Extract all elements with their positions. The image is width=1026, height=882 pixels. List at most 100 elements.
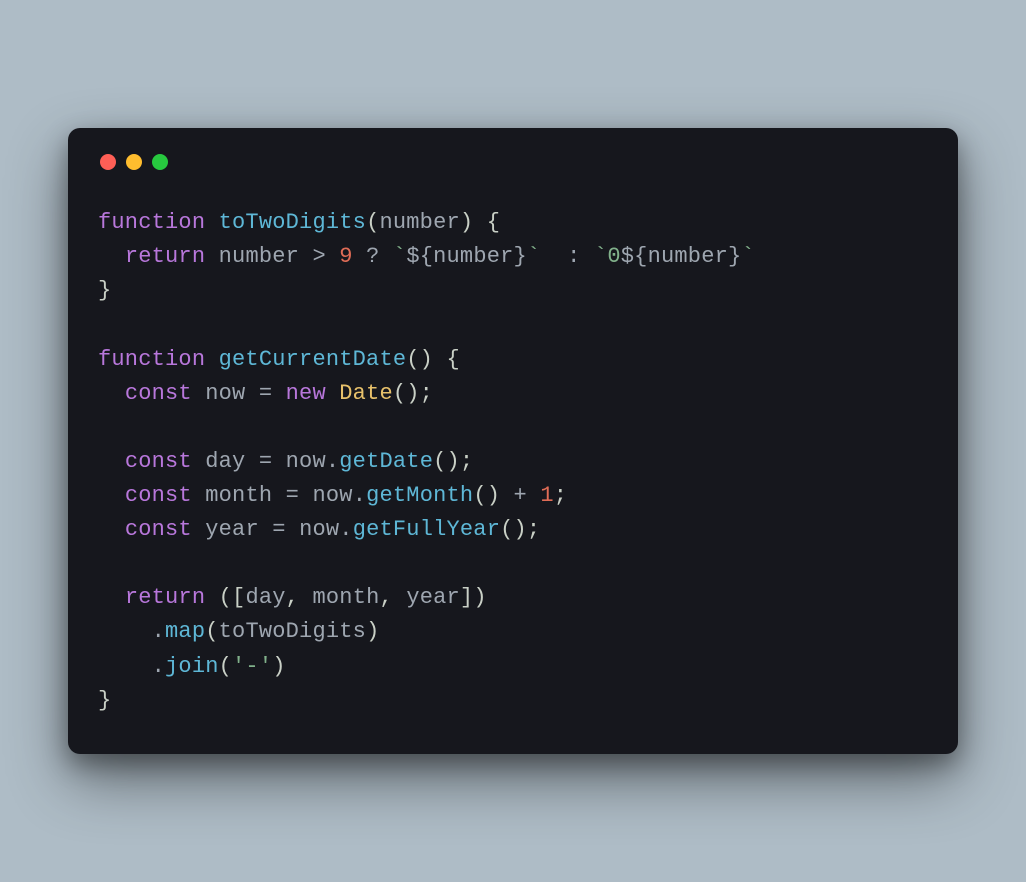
token-id: year: [205, 517, 272, 542]
token-cls: Date: [339, 381, 393, 406]
token-num: 9: [339, 244, 352, 269]
token-pn: (: [219, 654, 232, 679]
token-op: =: [272, 517, 299, 542]
token-kw: return: [125, 585, 219, 610]
token-pn: }: [98, 688, 111, 713]
code-line: .join('-'): [98, 650, 928, 684]
token-kw: function: [98, 210, 219, 235]
token-str: `: [527, 244, 540, 269]
token-fn: getCurrentDate: [219, 347, 407, 372]
token-pn: ();: [500, 517, 540, 542]
token-kw: new: [286, 381, 340, 406]
token-op: ${: [406, 244, 433, 269]
minimize-icon[interactable]: [126, 154, 142, 170]
code-line: const now = new Date();: [98, 377, 928, 411]
token-id: [98, 585, 125, 610]
code-line: const month = now.getMonth() + 1;: [98, 479, 928, 513]
token-pn: ,: [380, 585, 407, 610]
token-pn: (: [366, 210, 379, 235]
token-id: now: [312, 483, 352, 508]
code-line: [98, 411, 928, 445]
token-id: number: [219, 244, 313, 269]
code-line: [98, 547, 928, 581]
token-pn: ();: [433, 449, 473, 474]
code-line: return number > 9 ? `${number}` : `0${nu…: [98, 240, 928, 274]
token-pn: ();: [393, 381, 433, 406]
code-window: function toTwoDigits(number) { return nu…: [68, 128, 958, 753]
token-str: `: [741, 244, 754, 269]
token-pn: }: [98, 278, 111, 303]
token-pn: (: [205, 619, 218, 644]
token-op: }: [514, 244, 527, 269]
token-op: .: [339, 517, 352, 542]
token-id: [98, 244, 125, 269]
token-fn: map: [165, 619, 205, 644]
token-op: =: [259, 381, 286, 406]
token-fn: getMonth: [366, 483, 473, 508]
code-line: .map(toTwoDigits): [98, 615, 928, 649]
token-id: number: [379, 210, 459, 235]
token-str: '-': [232, 654, 272, 679]
token-op: :: [540, 244, 594, 269]
code-line: function toTwoDigits(number) {: [98, 206, 928, 240]
token-id: toTwoDigits: [219, 619, 366, 644]
token-kw: const: [125, 483, 205, 508]
token-fn: getFullYear: [353, 517, 500, 542]
code-line: function getCurrentDate() {: [98, 343, 928, 377]
token-pn: ]): [460, 585, 487, 610]
window-controls: [100, 154, 928, 170]
close-icon[interactable]: [100, 154, 116, 170]
token-op: =: [259, 449, 286, 474]
token-id: [98, 449, 125, 474]
token-kw: return: [125, 244, 219, 269]
token-str: `0: [594, 244, 621, 269]
token-id: now: [205, 381, 259, 406]
token-id: day: [245, 585, 285, 610]
token-id: [98, 381, 125, 406]
code-line: const year = now.getFullYear();: [98, 513, 928, 547]
token-pn: (): [473, 483, 513, 508]
token-str: `: [393, 244, 406, 269]
token-fn: toTwoDigits: [219, 210, 366, 235]
code-line: const day = now.getDate();: [98, 445, 928, 479]
token-pn: ): [272, 654, 285, 679]
token-kw: const: [125, 381, 205, 406]
token-id: year: [406, 585, 460, 610]
token-id: day: [205, 449, 259, 474]
token-op: .: [98, 619, 165, 644]
token-id: number: [433, 244, 513, 269]
token-pn: ([: [219, 585, 246, 610]
token-fn: getDate: [339, 449, 433, 474]
token-kw: const: [125, 449, 205, 474]
token-id: now: [299, 517, 339, 542]
token-op: .: [326, 449, 339, 474]
code-line: [98, 309, 928, 343]
token-op: .: [98, 654, 165, 679]
token-pn: ) {: [460, 210, 500, 235]
zoom-icon[interactable]: [152, 154, 168, 170]
code-block: function toTwoDigits(number) { return nu…: [98, 206, 928, 717]
token-pn: () {: [406, 347, 460, 372]
token-pn: ): [366, 619, 379, 644]
token-op: }: [728, 244, 741, 269]
token-id: month: [205, 483, 285, 508]
token-op: .: [353, 483, 366, 508]
token-id: [98, 483, 125, 508]
token-id: now: [286, 449, 326, 474]
token-id: number: [648, 244, 728, 269]
token-op: ${: [621, 244, 648, 269]
token-fn: join: [165, 654, 219, 679]
token-num: 1: [540, 483, 553, 508]
token-id: [98, 517, 125, 542]
token-op: ?: [353, 244, 393, 269]
token-pn: ;: [554, 483, 567, 508]
token-kw: function: [98, 347, 219, 372]
code-line: }: [98, 274, 928, 308]
token-op: +: [514, 483, 541, 508]
code-line: return ([day, month, year]): [98, 581, 928, 615]
token-id: month: [312, 585, 379, 610]
token-pn: ,: [286, 585, 313, 610]
code-line: }: [98, 684, 928, 718]
token-op: >: [312, 244, 339, 269]
token-kw: const: [125, 517, 205, 542]
